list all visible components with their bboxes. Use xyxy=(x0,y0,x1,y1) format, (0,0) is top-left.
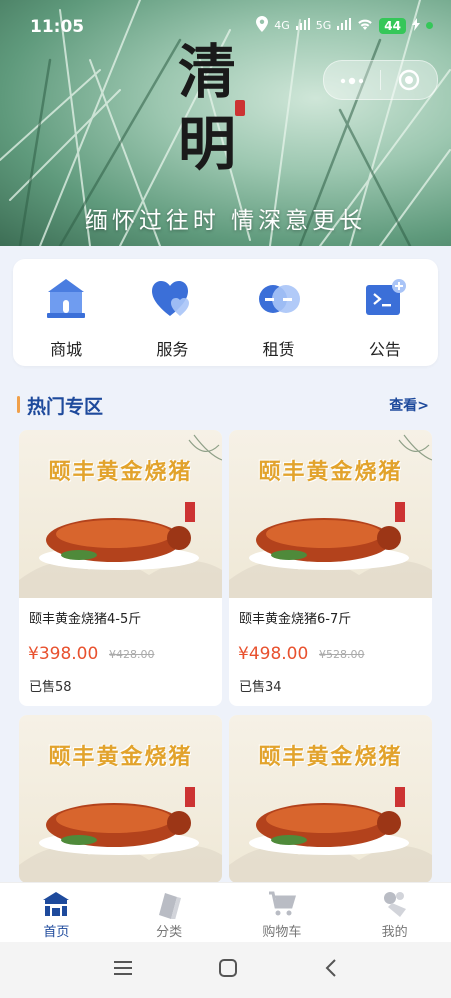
camera-indicator-icon xyxy=(426,22,433,29)
quick-item-label: 租赁 xyxy=(262,340,295,359)
signal-4g-label: 4G xyxy=(274,19,290,32)
location-icon xyxy=(256,16,269,35)
tab-label: 分类 xyxy=(156,925,183,940)
roast-pig-illustration xyxy=(229,434,432,598)
signal-icon xyxy=(295,18,310,33)
banner-title-char-2: 明 xyxy=(178,110,237,178)
product-image: 颐丰黄金烧猪 xyxy=(19,430,222,598)
signal-5g-label: 5G xyxy=(315,19,332,32)
quick-menu: 商城 服务 租赁 公告 xyxy=(13,259,438,366)
bottom-tab-bar: 首页 分类 购物车 我的 xyxy=(0,882,451,943)
more-dots-icon[interactable] xyxy=(324,70,380,91)
quick-item-label: 服务 xyxy=(156,340,189,359)
banner-title-char-1: 清 xyxy=(178,38,237,106)
hot-section-title: 热门专区 xyxy=(27,396,104,418)
product-original-price: ¥428.00 xyxy=(109,648,155,661)
home-icon xyxy=(43,892,70,916)
status-time: 11:05 xyxy=(30,17,85,37)
product-card[interactable]: 颐丰黄金烧猪 xyxy=(229,715,432,883)
tab-label: 首页 xyxy=(43,925,70,940)
quick-item-label: 商城 xyxy=(50,340,83,359)
roast-pig-illustration xyxy=(19,787,222,883)
mall-icon xyxy=(47,279,86,318)
wifi-icon xyxy=(357,18,373,33)
product-card[interactable]: 颐丰黄金烧猪 颐丰黄金烧猪6-7斤 ¥498.00 ¥528.00 已售34 xyxy=(229,430,432,706)
product-original-price: ¥528.00 xyxy=(319,648,365,661)
quick-item-announcement[interactable]: 公告 xyxy=(332,259,438,366)
product-image: 颐丰黄金烧猪 xyxy=(229,430,432,598)
product-image: 颐丰黄金烧猪 xyxy=(229,715,432,883)
tab-home[interactable]: 首页 xyxy=(0,883,113,943)
quick-item-service[interactable]: 服务 xyxy=(119,259,225,366)
roast-pig-illustration xyxy=(229,787,432,883)
banner-subtitle: 缅怀过往时 情深意更长 xyxy=(84,208,367,234)
status-icons: 4G 5G 44 xyxy=(256,16,433,35)
product-card[interactable]: 颐丰黄金烧猪 xyxy=(19,715,222,883)
quick-item-mall[interactable]: 商城 xyxy=(13,259,119,366)
banner[interactable]: 11:05 4G 5G 44 清 明 缅怀过往时 情深意更长 xyxy=(0,0,451,246)
product-card[interactable]: 颐丰黄金烧猪 颐丰黄金烧猪4-5斤 ¥398.00 ¥428.00 已售58 xyxy=(19,430,222,706)
product-sold-count: 已售58 xyxy=(29,680,72,695)
hot-section-header: 热门专区 查看> xyxy=(17,392,437,418)
announcement-icon xyxy=(365,279,406,315)
roast-pig-illustration xyxy=(19,434,222,598)
signal-icon-2 xyxy=(337,18,352,33)
view-more-link[interactable]: 查看> xyxy=(389,395,429,415)
tab-category[interactable]: 分类 xyxy=(113,883,226,943)
product-price: ¥398.00 xyxy=(28,644,99,664)
category-icon xyxy=(159,893,182,919)
menu-icon[interactable] xyxy=(113,960,133,980)
system-navigation-bar xyxy=(0,942,451,998)
section-accent-bar xyxy=(17,396,20,413)
tab-profile[interactable]: 我的 xyxy=(338,883,451,943)
heart-icon xyxy=(152,281,190,316)
product-name: 颐丰黄金烧猪4-5斤 xyxy=(29,612,142,627)
charging-icon xyxy=(412,17,420,34)
battery-level: 44 xyxy=(379,17,406,34)
target-close-icon[interactable] xyxy=(381,69,437,91)
tab-label: 购物车 xyxy=(262,925,302,940)
quick-item-label: 公告 xyxy=(368,340,401,359)
product-price: ¥498.00 xyxy=(238,644,309,664)
product-image: 颐丰黄金烧猪 xyxy=(19,715,222,883)
home-button-icon[interactable] xyxy=(218,958,238,982)
product-name: 颐丰黄金烧猪6-7斤 xyxy=(239,612,352,627)
quick-item-lease[interactable]: 租赁 xyxy=(226,259,332,366)
mini-program-capsule xyxy=(323,60,438,100)
back-icon[interactable] xyxy=(324,958,338,982)
profile-icon xyxy=(383,892,406,917)
cart-icon xyxy=(268,891,296,916)
tab-label: 我的 xyxy=(381,925,408,940)
product-sold-count: 已售34 xyxy=(239,680,282,695)
tab-cart[interactable]: 购物车 xyxy=(226,883,339,943)
red-seal-stamp xyxy=(235,100,245,116)
lease-icon xyxy=(258,285,300,313)
